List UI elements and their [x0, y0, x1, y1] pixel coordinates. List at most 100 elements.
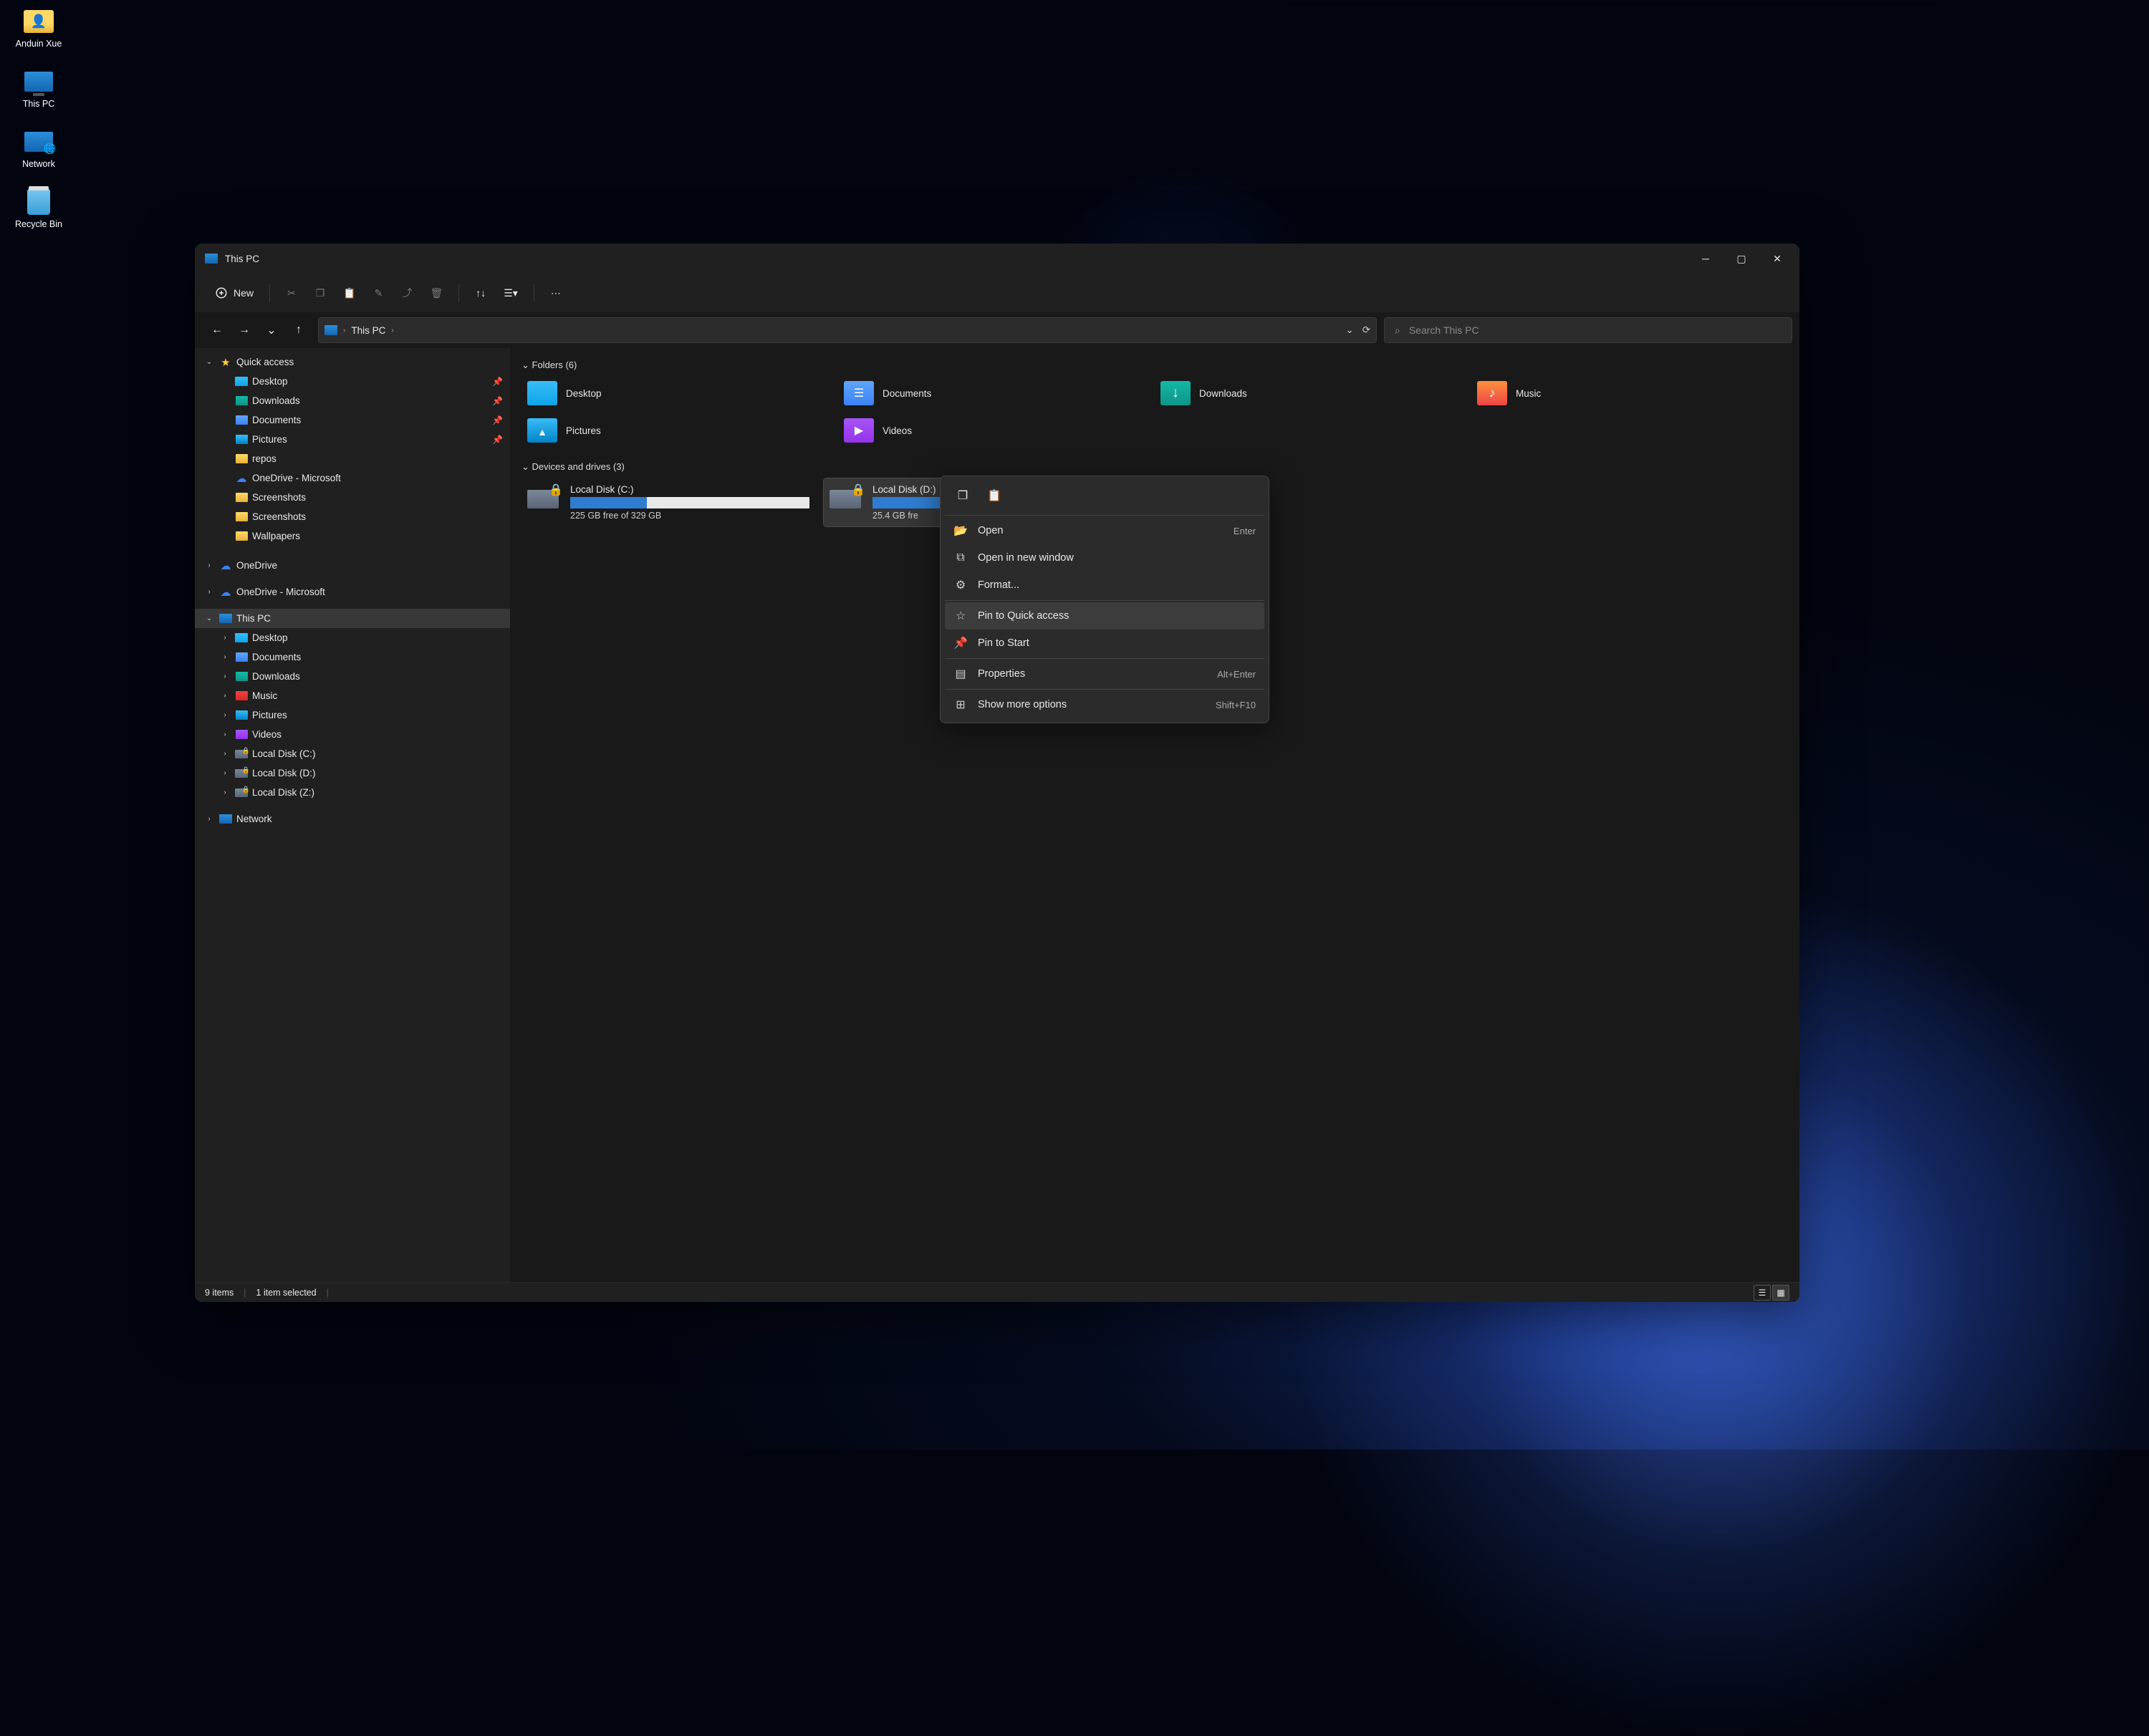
toolbar: New ✂ ❐ 📋 ✎ ⤴ 🗑 ↑↓ ☰▾ ⋯: [195, 274, 1799, 312]
sidebar-pc-item[interactable]: ›Videos: [195, 725, 510, 744]
menu-item-icon: 📌: [953, 636, 968, 650]
sort-button[interactable]: ↑↓: [468, 280, 494, 306]
sidebar-pc-item[interactable]: ›Music: [195, 686, 510, 705]
desktop-icon-network[interactable]: Network: [7, 129, 70, 169]
menu-item-icon: ⧉: [953, 551, 968, 564]
refresh-button[interactable]: ⟳: [1362, 324, 1370, 336]
window-title: This PC: [225, 254, 259, 264]
pin-icon: 📌: [492, 396, 503, 406]
sidebar[interactable]: ⌄★Quick access ›Desktop📌›Downloads📌›Docu…: [195, 348, 510, 1282]
explorer-window: This PC ─ ▢ ✕ New ✂ ❐ 📋 ✎ ⤴ 🗑 ↑↓ ☰▾ ⋯ ← …: [195, 243, 1799, 1302]
folder-tile[interactable]: Downloads: [1155, 377, 1471, 410]
folder-tile[interactable]: Videos: [838, 414, 1155, 447]
menu-item-icon: ⊞: [953, 698, 968, 712]
folder-icon: [844, 418, 874, 443]
sidebar-pc-item[interactable]: ›Pictures: [195, 705, 510, 725]
search-input[interactable]: ⌕ Search This PC: [1384, 317, 1792, 343]
sidebar-quick-access[interactable]: ⌄★Quick access: [195, 352, 510, 372]
status-bar: 9 items | 1 item selected | ☰ ▦: [195, 1282, 1799, 1302]
desktop-icons: Anduin Xue This PC Network Recycle Bin: [7, 9, 70, 229]
address-dropdown-icon[interactable]: ⌄: [1345, 324, 1353, 336]
forward-button[interactable]: →: [232, 318, 256, 342]
desktop-icon-user[interactable]: Anduin Xue: [7, 9, 70, 49]
thispc-icon: [205, 254, 218, 264]
content-area[interactable]: ⌄ Folders (6) DesktopDocumentsDownloadsM…: [510, 348, 1799, 1282]
sidebar-pc-item[interactable]: ›Local Disk (Z:): [195, 783, 510, 802]
menu-item-icon: ⚙: [953, 578, 968, 592]
folder-icon: [1160, 381, 1191, 405]
context-menu-item[interactable]: ⚙Format...: [945, 572, 1264, 599]
nav-row: ← → ⌄ ↑ › This PC › ⌄ ⟳ ⌕ Search This PC: [195, 312, 1799, 348]
rename-button: ✎: [365, 280, 391, 306]
folder-icon: [1477, 381, 1507, 405]
sidebar-qa-item[interactable]: ›Screenshots: [195, 507, 510, 526]
context-menu-item[interactable]: ▤PropertiesAlt+Enter: [945, 660, 1264, 688]
drive-icon: 🔒: [527, 484, 562, 510]
drive-icon: 🔒: [830, 484, 864, 510]
drive-tile[interactable]: 🔒Local Disk (C:)225 GB free of 329 GB: [521, 478, 815, 526]
sidebar-qa-item[interactable]: ›Desktop📌: [195, 372, 510, 391]
section-drives[interactable]: ⌄ Devices and drives (3): [521, 461, 1788, 473]
back-button[interactable]: ←: [205, 318, 229, 342]
context-menu-item[interactable]: ☆Pin to Quick access: [945, 602, 1264, 630]
breadcrumb[interactable]: This PC: [351, 325, 385, 336]
desktop-icon-thispc[interactable]: This PC: [7, 69, 70, 109]
pin-icon: 📌: [492, 377, 503, 387]
sidebar-pc-item[interactable]: ›Downloads: [195, 667, 510, 686]
desktop-icon-recyclebin[interactable]: Recycle Bin: [7, 189, 70, 229]
pin-icon: 📌: [492, 435, 503, 445]
thispc-icon: [324, 325, 337, 335]
menu-item-icon: ▤: [953, 667, 968, 681]
folder-tile[interactable]: Pictures: [521, 414, 838, 447]
sidebar-qa-item[interactable]: ›Screenshots: [195, 488, 510, 507]
sidebar-pc-item[interactable]: ›Local Disk (C:): [195, 744, 510, 763]
minimize-button[interactable]: ─: [1688, 244, 1723, 273]
folder-icon: [844, 381, 874, 405]
context-menu-item[interactable]: ⧉Open in new window: [945, 544, 1264, 572]
delete-button: 🗑: [423, 280, 450, 306]
sidebar-qa-item[interactable]: ›repos: [195, 449, 510, 468]
section-folders[interactable]: ⌄ Folders (6): [521, 360, 1788, 371]
view-details-button[interactable]: ☰: [1754, 1285, 1771, 1301]
context-menu-item[interactable]: ⊞Show more optionsShift+F10: [945, 691, 1264, 718]
sidebar-qa-item[interactable]: ›Documents📌: [195, 410, 510, 430]
paste-button: 📋: [336, 280, 362, 306]
sidebar-network[interactable]: ›Network: [195, 809, 510, 829]
folder-icon: [527, 418, 557, 443]
folder-tile[interactable]: Documents: [838, 377, 1155, 410]
sidebar-pc-item[interactable]: ›Documents: [195, 647, 510, 667]
status-selected-count: 1 item selected: [256, 1288, 317, 1298]
share-button: ⤴: [394, 280, 420, 306]
folder-tile[interactable]: Desktop: [521, 377, 838, 410]
folder-tile[interactable]: Music: [1471, 377, 1788, 410]
sidebar-onedrive-ms[interactable]: ›☁OneDrive - Microsoft: [195, 582, 510, 602]
folder-icon: [527, 381, 557, 405]
view-button[interactable]: ☰▾: [496, 280, 525, 306]
sidebar-qa-item[interactable]: ›Downloads📌: [195, 391, 510, 410]
sidebar-qa-item[interactable]: ›☁OneDrive - Microsoft: [195, 468, 510, 488]
sidebar-thispc[interactable]: ⌄This PC: [195, 609, 510, 628]
view-tiles-button[interactable]: ▦: [1772, 1285, 1789, 1301]
menu-item-icon: ☆: [953, 609, 968, 623]
recent-button[interactable]: ⌄: [259, 318, 284, 342]
sidebar-qa-item[interactable]: ›Pictures📌: [195, 430, 510, 449]
titlebar[interactable]: This PC ─ ▢ ✕: [195, 243, 1799, 274]
sidebar-onedrive[interactable]: ›☁OneDrive: [195, 556, 510, 575]
sidebar-qa-item[interactable]: ›Wallpapers: [195, 526, 510, 546]
up-button[interactable]: ↑: [287, 318, 311, 342]
context-menu: ❐ 📋 📂OpenEnter⧉Open in new window⚙Format…: [940, 476, 1269, 723]
cm-paste-icon[interactable]: 📋: [981, 483, 1008, 508]
context-menu-item[interactable]: 📌Pin to Start: [945, 630, 1264, 657]
cut-button: ✂: [279, 280, 304, 306]
context-menu-item[interactable]: 📂OpenEnter: [945, 517, 1264, 544]
copy-button: ❐: [307, 280, 333, 306]
close-button[interactable]: ✕: [1759, 244, 1795, 273]
pin-icon: 📌: [492, 415, 503, 425]
cm-copy-icon[interactable]: ❐: [949, 483, 976, 508]
address-bar[interactable]: › This PC › ⌄ ⟳: [318, 317, 1377, 343]
maximize-button[interactable]: ▢: [1723, 244, 1759, 273]
sidebar-pc-item[interactable]: ›Local Disk (D:): [195, 763, 510, 783]
new-button[interactable]: New: [208, 280, 261, 306]
sidebar-pc-item[interactable]: ›Desktop: [195, 628, 510, 647]
more-button[interactable]: ⋯: [543, 280, 569, 306]
